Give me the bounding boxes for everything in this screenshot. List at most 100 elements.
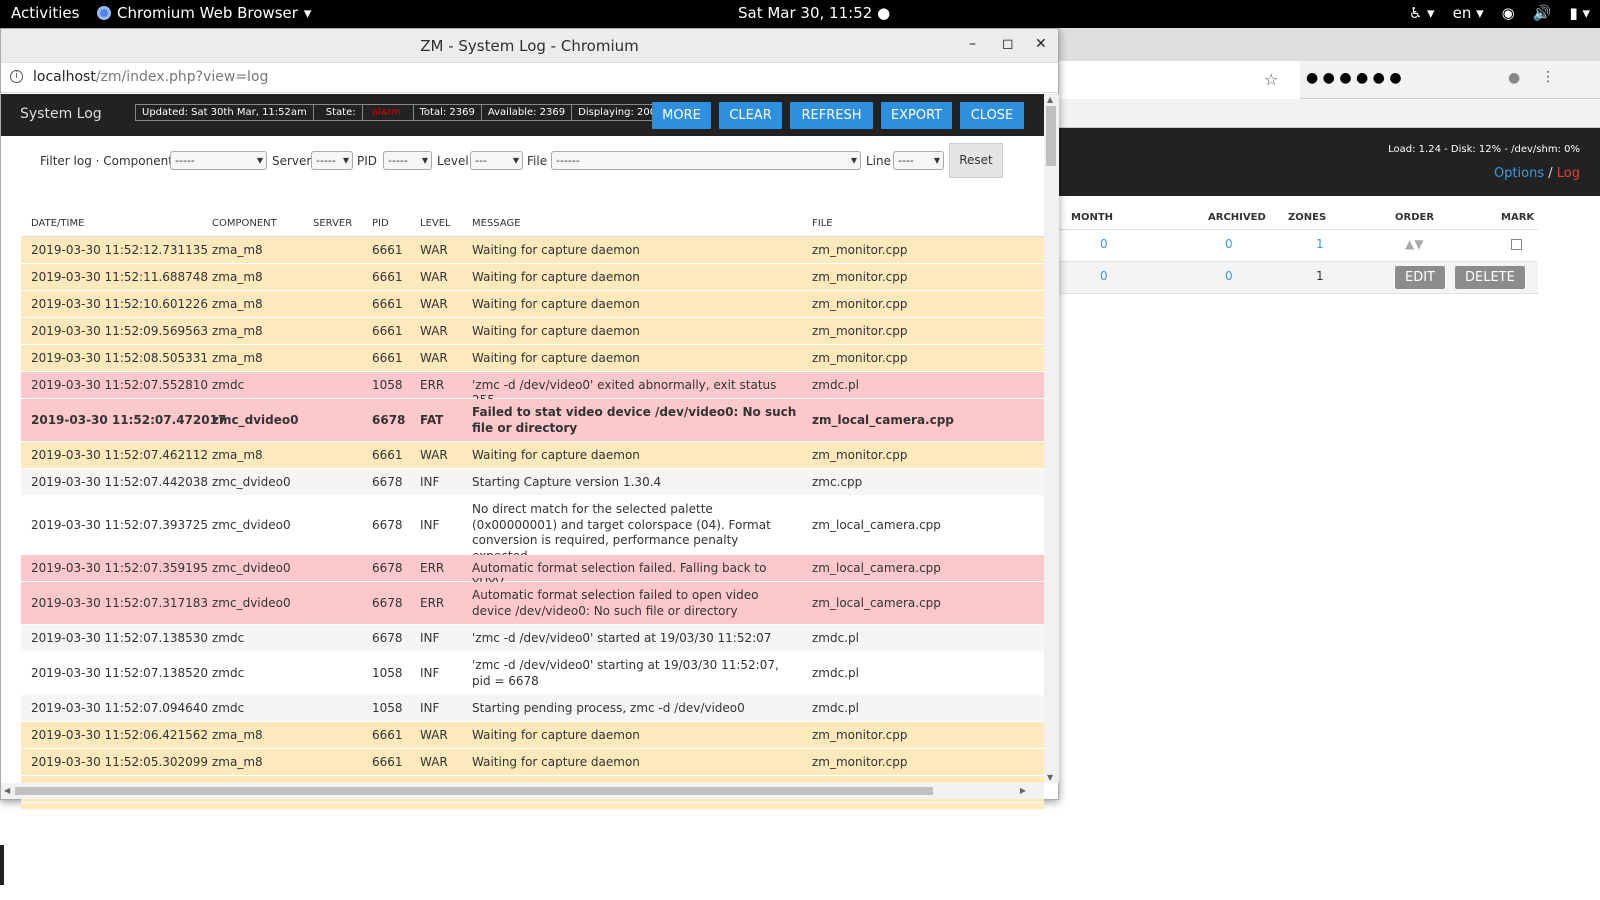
cell-comp: zma_m8 [212,323,263,338]
refresh-button[interactable]: REFRESH [790,102,873,129]
cell-dt: 2019-03-30 11:52:09.569563 [31,323,209,338]
cell-msg: 'zmc -d /dev/video0' started at 19/03/30… [472,630,772,645]
minimize-button[interactable]: – [969,36,976,52]
log-link[interactable]: Log [1557,166,1580,181]
more-button[interactable]: MORE [652,102,711,129]
cell-file: zm_monitor.cpp [812,296,908,311]
title-bar[interactable]: ZM - System Log - Chromium – ◻ ✕ [1,29,1058,63]
accessibility-icon[interactable]: ♿ ▾ [1409,4,1435,22]
clock[interactable]: Sat Mar 30, 11:52 ● [738,4,890,22]
cell-lvl: WAR [420,323,448,338]
cell-pid: 6661 [372,323,403,338]
vertical-scrollbar[interactable]: ▲ ▼ [1044,94,1059,783]
scroll-up-icon[interactable]: ▲ [1047,95,1053,104]
cell-pid: 6661 [372,296,403,311]
column-header[interactable]: COMPONENT [212,218,277,229]
cell-file: zmdc.pl [812,377,859,392]
activities-button[interactable]: Activities [11,4,79,22]
state-stat: State: alarm [314,105,414,120]
cell-comp: zmdc [212,700,245,715]
column-header[interactable]: PID [372,218,389,229]
column-header[interactable]: FILE [812,218,833,229]
order-arrows-icon[interactable]: ▲▼ [1405,237,1423,251]
cell-msg: Waiting for capture daemon [472,447,640,462]
mark-checkbox[interactable] [1511,239,1522,250]
app-menu[interactable]: Chromium Web Browser ▾ [97,4,311,22]
close-button[interactable]: CLOSE [960,102,1024,129]
options-link[interactable]: Options [1494,166,1544,181]
url-text[interactable]: localhost/zm/index.php?view=log [33,69,268,85]
cell-lvl: ERR [420,560,445,575]
info-icon[interactable]: i [10,70,23,83]
scroll-left-icon[interactable]: ◀ [4,786,10,795]
cell-pid: 6678 [372,595,403,610]
column-header[interactable]: LEVEL [420,218,451,229]
reset-button[interactable]: Reset [949,143,1003,178]
system-tray[interactable]: ♿ ▾ en ▾ ◉ 🔊 ▮ ▾ [1409,4,1590,22]
export-button[interactable]: EXPORT [881,102,952,129]
chevron-down-icon: ▾ [303,4,312,22]
cell-comp: zmc_dvideo0 [212,517,291,532]
horizontal-scrollbar[interactable]: ◀ ▶ [1,783,1044,799]
chromium-icon [97,6,111,20]
scroll-thumb[interactable] [1046,106,1056,166]
cell-file: zm_monitor.cpp [812,727,908,742]
maximize-button[interactable]: ◻ [1002,36,1014,52]
line-label: Line [866,154,892,168]
cell-comp: zma_m8 [212,269,263,284]
pid-select[interactable]: ----- [383,151,432,170]
cell-comp: zma_m8 [212,727,263,742]
cell-lvl: WAR [420,727,448,742]
clear-button[interactable]: CLEAR [719,102,782,129]
server-select[interactable]: ----- [311,151,353,170]
total-stat: Total: 2369 [414,105,482,120]
extension-icons[interactable]: ● ● ● ● ● ● [1306,70,1402,86]
language-indicator[interactable]: en ▾ [1453,4,1484,22]
column-header[interactable]: SERVER [313,218,352,229]
cell-msg: Waiting for capture daemon [472,727,640,742]
cell-pid: 1058 [372,377,403,392]
battery-icon: ▮ ▾ [1569,4,1590,22]
edit-button[interactable]: EDIT [1395,266,1445,289]
delete-button[interactable]: DELETE [1455,266,1525,289]
column-header[interactable]: DATE/TIME [31,218,84,229]
cell-file: zm_monitor.cpp [812,269,908,284]
background-browser-window: ☆ ● ● ● ● ● ● ● ⋮ Load: 1.24 - Disk: 12%… [1058,28,1600,808]
log-table-header: DATE/TIME COMPONENT SERVER PID LEVEL MES… [21,211,1044,237]
cell-dt: 2019-03-30 11:52:11.688748 [31,269,209,284]
log-table-body: 2019-03-30 11:52:12.731135 zma_m8 6661 WAR W… [21,237,1044,809]
cell-dt: 2019-03-30 11:52:06.421562 [31,727,209,742]
bookmark-star-icon[interactable]: ☆ [1264,70,1278,89]
cell-dt: 2019-03-30 11:52:10.601226 [31,296,209,311]
table-row: 2019-03-30 11:52:07.359195 zmc_dvideo0 667… [21,555,1044,590]
cell-pid: 6661 [372,269,403,284]
file-select[interactable]: ------ [551,151,861,170]
scroll-down-icon[interactable]: ▼ [1047,773,1053,782]
filter-bar: Filter log · Component ----- Server ----… [1,136,1044,188]
component-select[interactable]: ----- [170,151,267,170]
options-log-links: Options / Log [1493,166,1580,181]
cell-lvl: INF [420,665,440,680]
line-select[interactable]: ---- [893,151,944,170]
cell-comp: zmdc [212,377,245,392]
column-header[interactable]: MESSAGE [472,218,521,229]
cell-dt: 2019-03-30 11:52:07.138520 [31,665,209,680]
bg-toolbar: ☆ ● ● ● ● ● ● ● ⋮ [1058,61,1600,99]
address-bar[interactable]: i localhost/zm/index.php?view=log [1,63,1058,93]
table-row: 2019-03-30 11:52:07.462112 zma_m8 6661 WAR W… [21,442,1044,469]
cell-lvl: INF [420,474,440,489]
close-window-button[interactable]: ✕ [1035,36,1047,52]
cell-pid: 6678 [372,474,403,489]
cell-file: zm_local_camera.cpp [812,412,954,427]
profile-icon[interactable]: ● [1508,70,1520,86]
bg-tab-strip [1058,28,1600,61]
page-title: System Log [20,106,102,122]
cell-comp: zmc_dvideo0 [212,560,291,575]
level-select[interactable]: --- [470,151,523,170]
cell-dt: 2019-03-30 11:52:07.138530 [31,630,209,645]
scroll-right-icon[interactable]: ▶ [1020,786,1026,795]
scroll-thumb[interactable] [15,787,933,795]
cell-file: zm_local_camera.cpp [812,595,941,610]
bg-spacer [1058,99,1600,128]
menu-icon[interactable]: ⋮ [1541,69,1555,85]
